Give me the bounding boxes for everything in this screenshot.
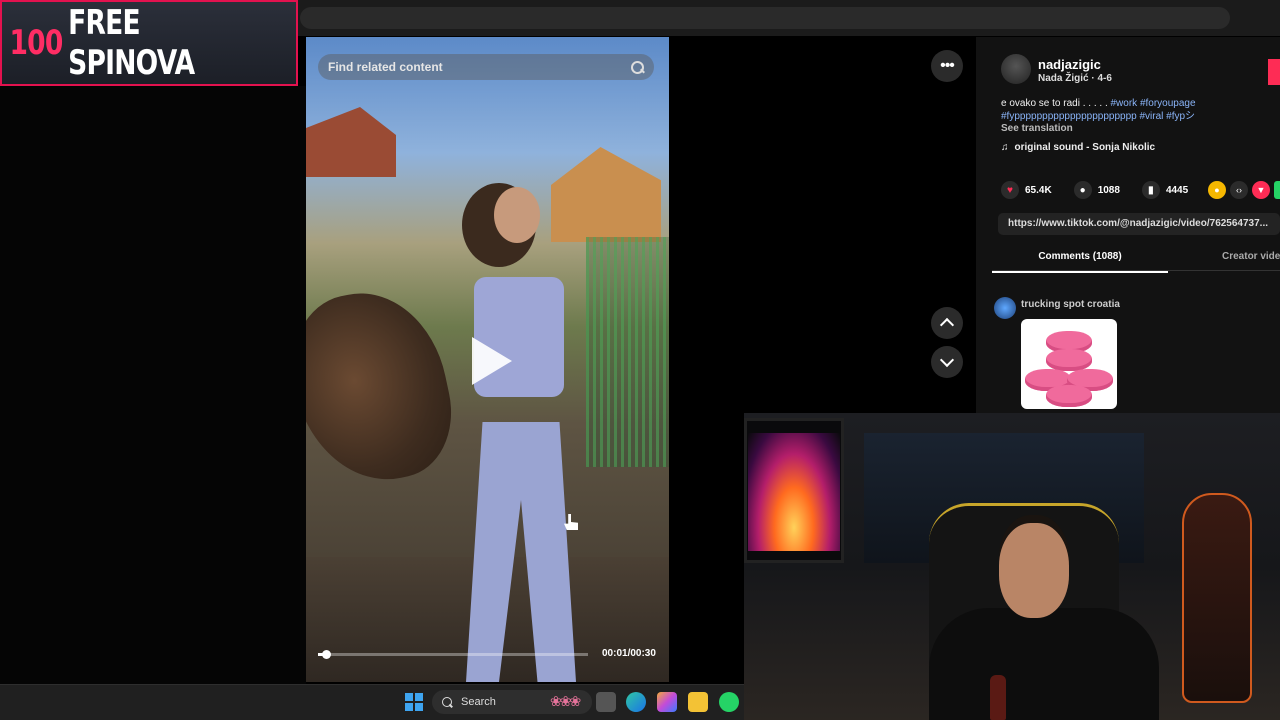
share-arrow-icon[interactable]: ▼ <box>1252 181 1270 199</box>
video-scene-roof <box>306 107 396 177</box>
webcam-bottle <box>990 675 1006 720</box>
video-scene-house <box>551 147 661 242</box>
comments-count: 1088 <box>1097 184 1120 196</box>
address-bar[interactable] <box>300 7 1230 29</box>
webcam-gaming-chair <box>1182 493 1252 703</box>
windows-taskbar: Search ❀❀❀ <box>0 684 744 720</box>
person-head <box>494 187 540 243</box>
file-explorer-icon[interactable] <box>688 692 708 712</box>
comment-sticker-image <box>1021 319 1117 409</box>
action-bar: ♥ 65.4K ● 1088 ▮ 4445 <box>1001 181 1204 199</box>
tab-creator-videos[interactable]: Creator vide <box>1222 251 1280 262</box>
embed-icon[interactable]: ‹› <box>1230 181 1248 199</box>
related-search-placeholder: Find related content <box>328 60 443 74</box>
windows-start-icon[interactable] <box>405 693 423 711</box>
task-view-icon[interactable] <box>596 692 616 712</box>
chevron-down-icon <box>939 352 955 368</box>
related-search-input[interactable]: Find related content <box>318 54 654 80</box>
next-video-button[interactable] <box>931 346 963 378</box>
promo-banner: 100 FREE SPINOVA <box>0 0 298 86</box>
video-player[interactable]: Find related content 00:01/00:30 <box>306 37 669 682</box>
search-icon <box>442 696 453 708</box>
sound-label: original sound - Sonja Nikolic <box>1014 142 1156 153</box>
banner-text: FREE SPINOVA <box>68 3 195 83</box>
music-note-icon: ♫ <box>1001 142 1009 153</box>
comment-icon[interactable]: ● <box>1073 181 1092 199</box>
previous-video-button[interactable] <box>931 307 963 339</box>
win-tile <box>415 693 423 701</box>
win-tile <box>415 703 423 711</box>
taskbar-search-label: Search <box>461 696 496 708</box>
tab-comments[interactable]: Comments (1088) <box>992 251 1168 273</box>
video-scene-fence <box>586 237 669 467</box>
share-whatsapp-icon[interactable] <box>1274 181 1280 199</box>
video-scene-person <box>456 187 576 682</box>
author-nickname: Nada Žigić · 4-6 <box>1038 73 1112 84</box>
video-progress-knob[interactable] <box>322 650 331 659</box>
video-progress-bar[interactable] <box>318 650 588 659</box>
author-username[interactable]: nadjazigic <box>1038 57 1101 72</box>
panel-tabs: Comments (1088) Creator vide <box>992 243 1280 273</box>
webcam-streamer-body <box>929 608 1159 720</box>
post-info-panel: nadjazigic Nada Žigić · 4-6 e ovako se t… <box>976 37 1280 413</box>
win-tile <box>405 703 413 711</box>
post-description: e ovako se to radi . . . . . #work #fory… <box>1001 97 1271 123</box>
saves-count: 4445 <box>1165 184 1189 196</box>
description-text: e ovako se to radi . . . . . <box>1001 98 1108 109</box>
commenter-username[interactable]: trucking spot croatia <box>1021 299 1120 310</box>
tulips-widget-icon[interactable]: ❀❀❀ <box>550 693 581 710</box>
win-tile <box>405 693 413 701</box>
webcam-overlay <box>744 413 1280 720</box>
search-icon[interactable] <box>631 60 644 74</box>
mouse-cursor <box>564 514 578 530</box>
webcam-streamer-head <box>999 523 1069 618</box>
edge-browser-icon[interactable] <box>626 692 646 712</box>
copilot-icon[interactable] <box>657 692 677 712</box>
follow-button[interactable] <box>1268 59 1280 85</box>
person-pants <box>466 422 576 682</box>
copy-link-field[interactable]: https://www.tiktok.com/@nadjazigic/video… <box>998 213 1280 235</box>
left-pane <box>0 86 306 684</box>
bookmark-icon[interactable]: ▮ <box>1141 181 1160 199</box>
webcam-fireplace <box>748 433 840 551</box>
chevron-up-icon <box>939 317 955 333</box>
banner-number: 100 <box>9 23 63 63</box>
ellipsis-icon: ••• <box>940 57 955 74</box>
share-coin-icon[interactable]: ● <box>1208 181 1226 199</box>
author-avatar[interactable] <box>1001 54 1031 84</box>
likes-count: 65.4K <box>1025 184 1052 196</box>
heart-icon[interactable]: ♥ <box>1001 181 1019 199</box>
commenter-avatar[interactable] <box>994 297 1016 319</box>
macaron-2 <box>1046 349 1092 371</box>
sound-link[interactable]: ♫ original sound - Sonja Nikolic <box>1001 142 1155 153</box>
see-translation-link[interactable]: See translation <box>1001 123 1073 134</box>
whatsapp-icon[interactable] <box>719 692 739 712</box>
video-scene-mixer <box>306 278 465 496</box>
play-icon[interactable] <box>472 337 512 385</box>
more-options-button[interactable]: ••• <box>931 50 963 82</box>
macaron-5 <box>1046 385 1092 407</box>
video-time: 00:01/00:30 <box>602 648 656 659</box>
